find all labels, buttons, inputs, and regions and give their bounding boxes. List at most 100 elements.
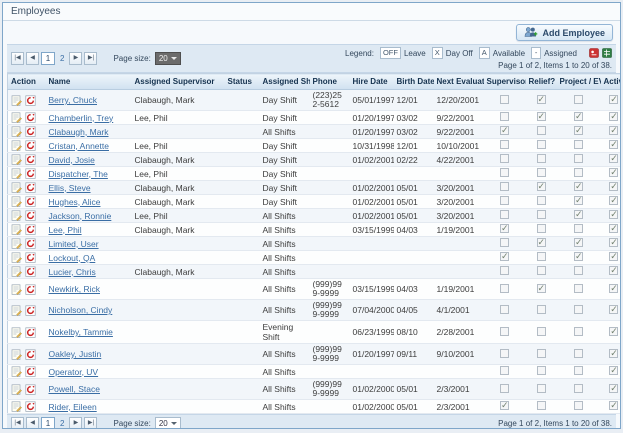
- status-cell: [225, 111, 260, 125]
- employee-schedule-icon[interactable]: [25, 284, 36, 295]
- employee-schedule-icon[interactable]: [25, 252, 36, 263]
- table-row: Lee, Phil Clabaugh, Mark All Shifts 03/1…: [8, 223, 622, 237]
- edit-employee-icon[interactable]: [11, 140, 22, 151]
- employee-schedule-icon[interactable]: [25, 112, 36, 123]
- edit-employee-icon[interactable]: [11, 154, 22, 165]
- edit-employee-icon[interactable]: [11, 401, 22, 412]
- table-row: Nicholson, Cindy All Shifts (999)999-999…: [8, 300, 622, 321]
- employee-name-link[interactable]: Lockout, QA: [49, 253, 96, 263]
- employee-name-link[interactable]: Berry, Chuck: [49, 95, 98, 105]
- employee-name-link[interactable]: Operator, UV: [49, 367, 99, 377]
- employee-name-link[interactable]: Powell, Stace: [49, 384, 101, 394]
- employee-name-link[interactable]: Hughes, Alice: [49, 197, 101, 207]
- project-evs3-checkbox: [574, 140, 583, 149]
- edit-employee-icon[interactable]: [11, 266, 22, 277]
- employee-name-link[interactable]: Limited, User: [49, 239, 99, 249]
- name-cell: Rider, Eileen: [46, 400, 132, 414]
- edit-employee-icon[interactable]: [11, 210, 22, 221]
- employee-schedule-icon[interactable]: [25, 140, 36, 151]
- active-checkbox: [609, 168, 618, 177]
- employee-schedule-icon[interactable]: [25, 349, 36, 360]
- employee-name-link[interactable]: Nicholson, Cindy: [49, 305, 113, 315]
- employee-schedule-icon[interactable]: [25, 238, 36, 249]
- active-checkbox-cell: [601, 321, 622, 344]
- employee-name-link[interactable]: Oakley, Justin: [49, 349, 102, 359]
- first-page-button[interactable]: |◀: [11, 52, 24, 65]
- employee-schedule-icon[interactable]: [25, 384, 36, 395]
- edit-employee-icon[interactable]: [11, 196, 22, 207]
- relief-checkbox-cell: [526, 153, 557, 167]
- edit-employee-icon[interactable]: [11, 224, 22, 235]
- project-evs3-checkbox-cell: [557, 279, 601, 300]
- page-size-select[interactable]: 20: [155, 52, 181, 65]
- project-evs3-checkbox-cell: [557, 265, 601, 279]
- status-cell: [225, 400, 260, 414]
- edit-employee-icon[interactable]: [11, 384, 22, 395]
- edit-employee-icon[interactable]: [11, 168, 22, 179]
- status-cell: [225, 125, 260, 139]
- excel-export-icon[interactable]: [602, 48, 612, 58]
- employee-schedule-icon[interactable]: [25, 154, 36, 165]
- employee-name-link[interactable]: Lee, Phil: [49, 225, 82, 235]
- employee-name-link[interactable]: Dispatcher, The: [49, 169, 108, 179]
- employee-name-link[interactable]: Clabaugh, Mark: [49, 127, 109, 137]
- supervisor-cell: Clabaugh, Mark: [132, 90, 225, 111]
- prev-page-button[interactable]: ◀: [26, 417, 39, 429]
- page-1-current[interactable]: 1: [41, 417, 55, 429]
- edit-employee-icon[interactable]: [11, 95, 22, 106]
- edit-employee-icon[interactable]: [11, 182, 22, 193]
- employee-name-link[interactable]: Ellis, Steve: [49, 183, 91, 193]
- employee-name-link[interactable]: Jackson, Ronnie: [49, 211, 112, 221]
- edit-employee-icon[interactable]: [11, 305, 22, 316]
- last-page-button[interactable]: ▶|: [84, 52, 97, 65]
- employee-name-link[interactable]: Chamberlin, Trey: [49, 113, 114, 123]
- last-page-button[interactable]: ▶|: [84, 417, 97, 429]
- employee-schedule-icon[interactable]: [25, 168, 36, 179]
- employee-schedule-icon[interactable]: [25, 401, 36, 412]
- pdf-export-icon[interactable]: [589, 48, 599, 58]
- first-page-button[interactable]: |◀: [11, 417, 24, 429]
- add-employee-button[interactable]: Add Employee: [516, 24, 613, 41]
- edit-employee-icon[interactable]: [11, 284, 22, 295]
- page-2-link[interactable]: 2: [60, 54, 64, 63]
- edit-employee-icon[interactable]: [11, 252, 22, 263]
- column-header-birth-date: Birth Date: [394, 74, 434, 90]
- edit-employee-icon[interactable]: [11, 349, 22, 360]
- employee-schedule-icon[interactable]: [25, 95, 36, 106]
- employee-schedule-icon[interactable]: [25, 210, 36, 221]
- employee-schedule-icon[interactable]: [25, 182, 36, 193]
- employee-name-link[interactable]: Cristan, Annette: [49, 141, 109, 151]
- employee-schedule-icon[interactable]: [25, 327, 36, 338]
- employee-name-link[interactable]: Nokelby, Tammie: [49, 327, 113, 337]
- page-size-select[interactable]: 20: [155, 417, 181, 429]
- employee-schedule-icon[interactable]: [25, 224, 36, 235]
- relief-checkbox: [537, 384, 546, 393]
- project-evs3-checkbox-cell: [557, 125, 601, 139]
- edit-employee-icon[interactable]: [11, 112, 22, 123]
- edit-employee-icon[interactable]: [11, 238, 22, 249]
- relief-checkbox: [537, 266, 546, 275]
- employee-name-link[interactable]: David, Josie: [49, 155, 95, 165]
- page-2-link[interactable]: 2: [60, 419, 64, 428]
- next-page-button[interactable]: ▶: [69, 417, 82, 429]
- hire-date-cell: 01/20/1997: [350, 125, 394, 139]
- employee-schedule-icon[interactable]: [25, 266, 36, 277]
- next-page-button[interactable]: ▶: [69, 52, 82, 65]
- supervisor-checkbox-cell: [484, 344, 526, 365]
- employee-name-link[interactable]: Newkirk, Rick: [49, 284, 100, 294]
- supervisor-checkbox-cell: [484, 139, 526, 153]
- employee-schedule-icon[interactable]: [25, 366, 36, 377]
- employee-schedule-icon[interactable]: [25, 126, 36, 137]
- status-cell: [225, 379, 260, 400]
- employee-schedule-icon[interactable]: [25, 305, 36, 316]
- employee-name-link[interactable]: Rider, Eileen: [49, 402, 97, 412]
- edit-employee-icon[interactable]: [11, 366, 22, 377]
- employee-name-link[interactable]: Lucier, Chris: [49, 267, 96, 277]
- page-size-value: 20: [159, 54, 168, 63]
- supervisor-checkbox: [500, 366, 509, 375]
- edit-employee-icon[interactable]: [11, 126, 22, 137]
- edit-employee-icon[interactable]: [11, 327, 22, 338]
- page-1-current[interactable]: 1: [41, 52, 55, 65]
- prev-page-button[interactable]: ◀: [26, 52, 39, 65]
- employee-schedule-icon[interactable]: [25, 196, 36, 207]
